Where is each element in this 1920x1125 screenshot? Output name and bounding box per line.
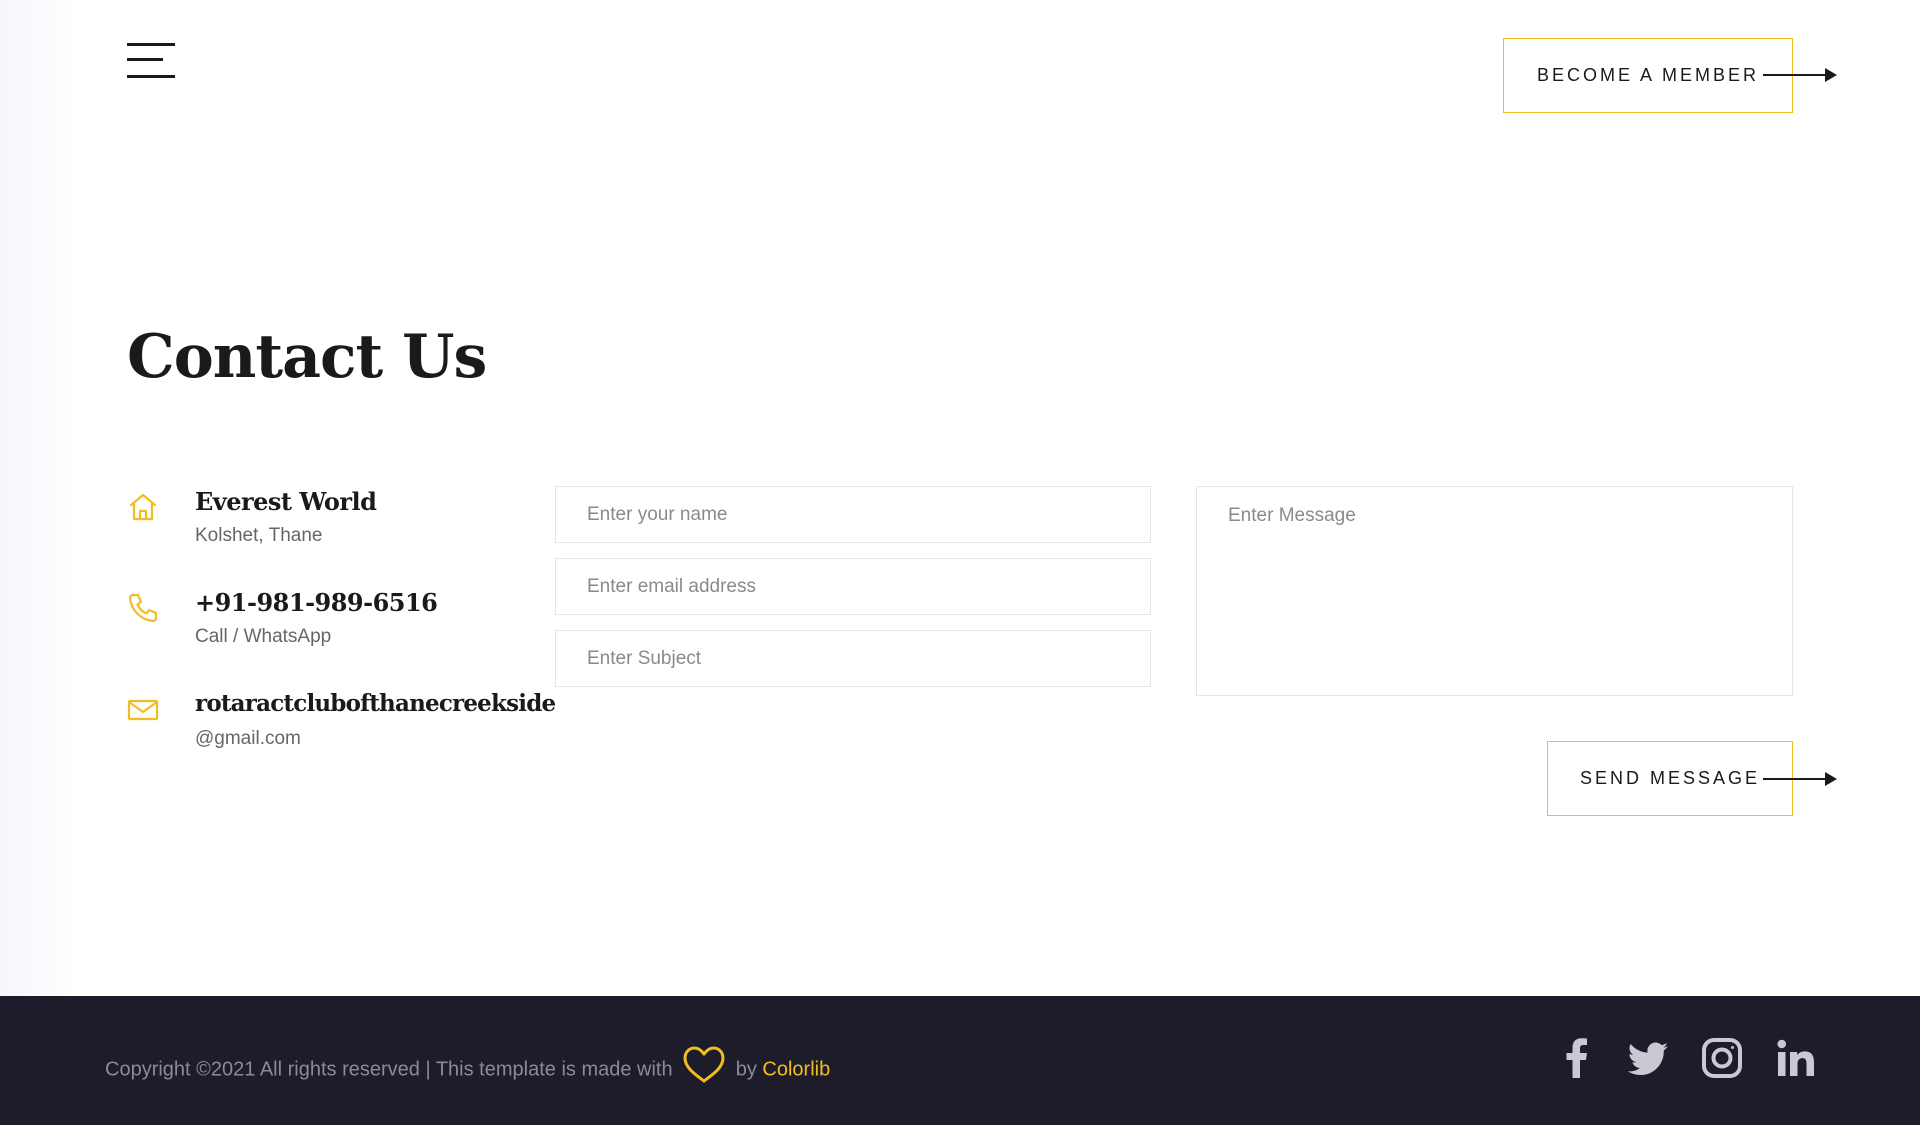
phone-title: +91-981-989-6516 [195, 588, 438, 617]
heart-icon [683, 1046, 725, 1083]
hamburger-menu-icon[interactable] [127, 43, 175, 79]
instagram-icon[interactable] [1698, 1034, 1746, 1082]
subject-input[interactable] [555, 630, 1151, 687]
address-title: Everest World [195, 487, 377, 516]
copyright-text: Copyright ©2021 All rights reserved | Th… [105, 1058, 673, 1081]
linkedin-icon[interactable] [1772, 1034, 1820, 1082]
arrow-right-icon [1763, 68, 1837, 82]
email-subtitle: @gmail.com [195, 728, 301, 749]
colorlib-link[interactable]: Colorlib [762, 1058, 830, 1080]
home-icon [129, 493, 157, 521]
email-input[interactable] [555, 558, 1151, 615]
send-message-button[interactable]: SEND MESSAGE [1547, 741, 1793, 816]
become-member-button[interactable]: BECOME A MEMBER [1503, 38, 1793, 113]
phone-icon [128, 593, 158, 623]
footer-copyright: Copyright ©2021 All rights reserved | Th… [105, 1046, 830, 1085]
arrow-right-icon [1763, 772, 1837, 786]
page-title: Contact Us [127, 322, 487, 392]
facebook-icon[interactable] [1553, 1034, 1601, 1082]
mail-icon [127, 699, 159, 721]
by-text: by [735, 1058, 757, 1081]
name-input[interactable] [555, 486, 1151, 543]
twitter-icon[interactable] [1624, 1034, 1672, 1082]
email-title: rotaractclubofthanecreekside [195, 690, 556, 717]
phone-subtitle: Call / WhatsApp [195, 626, 332, 647]
message-textarea[interactable] [1196, 486, 1793, 696]
address-subtitle: Kolshet, Thane [195, 525, 323, 546]
